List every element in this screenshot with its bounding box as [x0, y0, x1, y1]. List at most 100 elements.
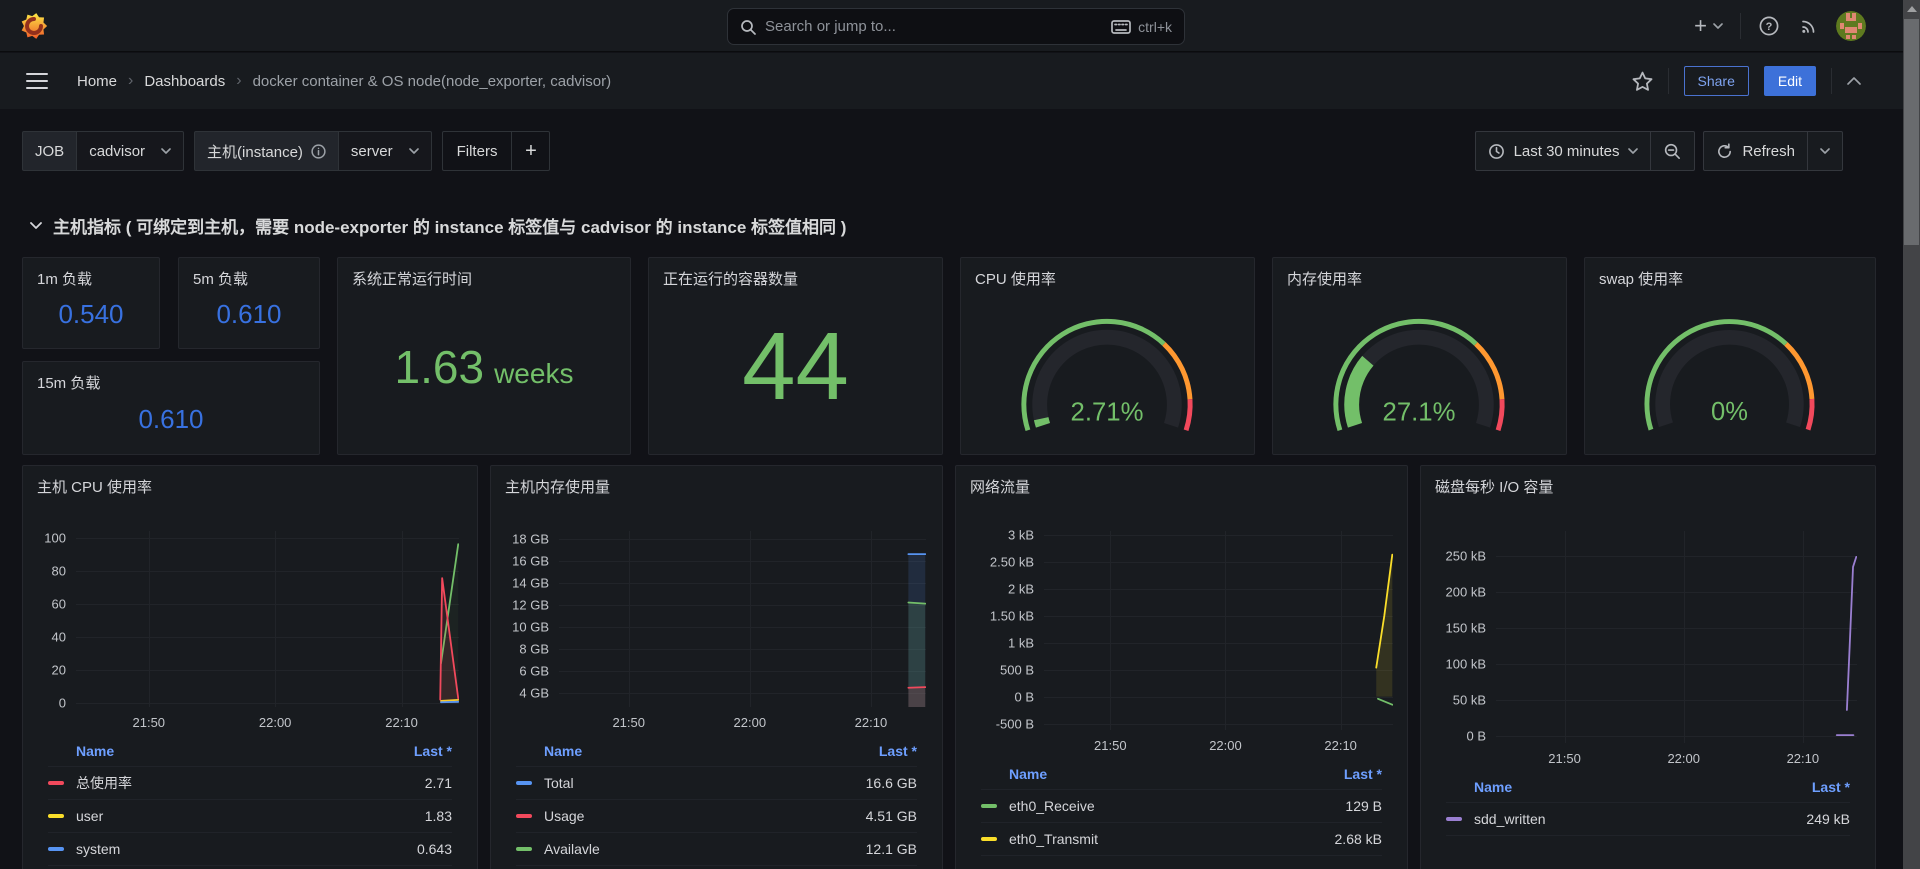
- legend-sort-name[interactable]: Name: [544, 743, 582, 759]
- svg-text:?: ?: [1766, 21, 1773, 33]
- legend-item[interactable]: user 1.83: [48, 800, 452, 833]
- panel-load-5m[interactable]: 5m 负载 0.610: [178, 257, 320, 349]
- legend-sort-name[interactable]: Name: [1009, 766, 1047, 782]
- y-axis-label: 10 GB: [512, 619, 549, 635]
- refresh-button[interactable]: Refresh: [1703, 131, 1808, 171]
- legend-item[interactable]: Availavle 12.1 GB: [516, 833, 917, 866]
- panel-running-containers[interactable]: 正在运行的容器数量 44: [648, 257, 943, 455]
- legend-item[interactable]: system 0.643: [48, 833, 452, 866]
- panel-swap-gauge[interactable]: swap 使用率 0%: [1584, 257, 1876, 455]
- y-axis-label: 500 B: [1000, 662, 1034, 678]
- y-axis-label: 0: [58, 695, 66, 711]
- star-icon[interactable]: [1632, 71, 1653, 92]
- x-axis-label: 21:50: [1094, 738, 1127, 753]
- legend-item[interactable]: sdd_written 249 kB: [1446, 803, 1850, 836]
- chart-plot-area[interactable]: [76, 531, 459, 707]
- chevron-down-icon: [1628, 148, 1639, 154]
- y-axis-label: 100: [44, 530, 66, 546]
- legend-sort-name[interactable]: Name: [1474, 779, 1512, 795]
- panel-host-memory-usage[interactable]: 主机内存使用量 4 GB 6 GB 8 GB 10 GB 12 GB 14 GB 16 GB…: [490, 465, 943, 869]
- series-name: Usage: [544, 808, 585, 824]
- panel-host-cpu-usage[interactable]: 主机 CPU 使用率 0 20 40 60 80 100 21:50 22:00 22:10 N…: [22, 465, 478, 869]
- chart-legend: Name Last * eth0_Receive 129 B eth0_Transmit…: [981, 764, 1382, 856]
- y-axis-label: 16 GB: [512, 553, 549, 569]
- scroll-up-button[interactable]: [1903, 0, 1920, 17]
- panel-load-1m[interactable]: 1m 负载 0.540: [22, 257, 160, 349]
- x-axis-label: 22:00: [1667, 751, 1700, 766]
- filters-button[interactable]: Filters: [441, 131, 513, 171]
- news-rss-icon[interactable]: [1797, 15, 1819, 37]
- svg-text:27.1%: 27.1%: [1383, 398, 1456, 426]
- panel-disk-io[interactable]: 磁盘每秒 I/O 容量 0 B 50 kB 100 kB 150 kB 200 kB 25…: [1420, 465, 1876, 869]
- section-title: 主机指标 ( 可绑定到主机，需要 node-exporter 的 instanc…: [53, 218, 847, 237]
- legend-item[interactable]: eth0_Receive 129 B: [981, 790, 1382, 823]
- y-axis-label: 2 kB: [1007, 581, 1034, 597]
- search-bar[interactable]: ctrl+k: [727, 8, 1185, 45]
- divider: [1740, 13, 1741, 39]
- legend-sort-name[interactable]: Name: [76, 743, 114, 759]
- legend-sort-last[interactable]: Last *: [1344, 766, 1382, 782]
- panel-cpu-gauge[interactable]: CPU 使用率 2.71%: [960, 257, 1255, 455]
- refresh-interval-dropdown[interactable]: [1808, 131, 1843, 171]
- series-color-marker: [48, 781, 64, 785]
- clock-icon: [1488, 143, 1504, 159]
- refresh-icon: [1718, 142, 1732, 158]
- panel-load-15m[interactable]: 15m 负载 0.610: [22, 361, 320, 455]
- instance-value-dropdown[interactable]: server: [337, 131, 432, 171]
- time-range-picker[interactable]: Last 30 minutes: [1474, 131, 1652, 171]
- dashboard-toolbar: JOB cadvisor 主机(instance) server Filters…: [0, 131, 1903, 171]
- stats-row: 1m 负载 0.540 5m 负载 0.610 15m 负载 0.610 系统正…: [0, 257, 1903, 455]
- chevron-down-icon: [30, 222, 42, 229]
- new-menu-button[interactable]: +: [1694, 15, 1723, 37]
- legend-item[interactable]: 总使用率 2.71: [48, 767, 452, 800]
- legend-item[interactable]: eth0_Transmit 2.68 kB: [981, 823, 1382, 856]
- x-axis-label: 22:10: [1786, 751, 1820, 766]
- user-avatar[interactable]: [1836, 11, 1866, 41]
- page-scrollbar[interactable]: [1903, 0, 1920, 869]
- gauge: 27.1%: [1333, 318, 1505, 431]
- zoom-out-icon: [1665, 143, 1681, 159]
- legend-item[interactable]: Usage 4.51 GB: [516, 800, 917, 833]
- breadcrumb-home[interactable]: Home: [77, 73, 117, 90]
- add-filter-button[interactable]: +: [512, 131, 551, 171]
- legend-sort-last[interactable]: Last *: [879, 743, 917, 759]
- chart-plot-area[interactable]: [1496, 531, 1857, 743]
- legend-sort-last[interactable]: Last *: [414, 743, 452, 759]
- variable-job: JOB cadvisor: [22, 131, 185, 171]
- breadcrumb-dashboards[interactable]: Dashboards: [144, 73, 225, 90]
- share-button[interactable]: Share: [1683, 66, 1749, 96]
- zoom-out-time-button[interactable]: [1651, 131, 1696, 171]
- y-axis-label: 4 GB: [519, 685, 549, 701]
- refresh-controls: Refresh: [1703, 131, 1843, 171]
- panel-network-traffic[interactable]: 网络流量 -500 B 0 B 500 B 1 kB 1.50 kB 2 kB 2.50 k…: [955, 465, 1408, 869]
- chart-plot-area[interactable]: [1044, 531, 1393, 730]
- edit-button[interactable]: Edit: [1763, 66, 1816, 96]
- info-icon[interactable]: [311, 143, 326, 159]
- gauge: 2.71%: [1021, 318, 1193, 431]
- help-icon[interactable]: ?: [1758, 15, 1780, 37]
- y-axis-label: -500 B: [995, 716, 1034, 732]
- scrollbar-thumb[interactable]: [1904, 19, 1919, 245]
- y-axis-label: 150 kB: [1445, 620, 1486, 636]
- chart-plot-area[interactable]: [559, 531, 926, 707]
- panel-uptime[interactable]: 系统正常运行时间 1.63 weeks: [337, 257, 631, 455]
- menu-toggle-icon[interactable]: [26, 73, 48, 89]
- legend-sort-last[interactable]: Last *: [1812, 779, 1850, 795]
- breadcrumb-separator: ›: [128, 72, 134, 89]
- job-value-dropdown[interactable]: cadvisor: [76, 131, 185, 171]
- job-label: JOB: [22, 131, 77, 171]
- x-axis-label: 22:10: [854, 715, 888, 730]
- chevron-up-icon[interactable]: [1847, 77, 1861, 85]
- panel-memory-gauge[interactable]: 内存使用率 27.1%: [1272, 257, 1567, 455]
- series-last-value: 12.1 GB: [865, 841, 917, 857]
- search-icon: [741, 19, 756, 35]
- panel-title: 主机 CPU 使用率: [37, 479, 153, 496]
- grafana-logo-icon[interactable]: [20, 11, 48, 41]
- series-name: system: [76, 841, 121, 857]
- series-name: eth0_Receive: [1009, 798, 1095, 814]
- legend-item[interactable]: Total 16.6 GB: [516, 767, 917, 800]
- y-axis-label: 50 kB: [1452, 692, 1486, 708]
- search-input[interactable]: [765, 18, 1103, 35]
- variable-instance: 主机(instance) server: [194, 131, 432, 171]
- row-toggle[interactable]: 主机指标 ( 可绑定到主机，需要 node-exporter 的 instanc…: [30, 213, 846, 238]
